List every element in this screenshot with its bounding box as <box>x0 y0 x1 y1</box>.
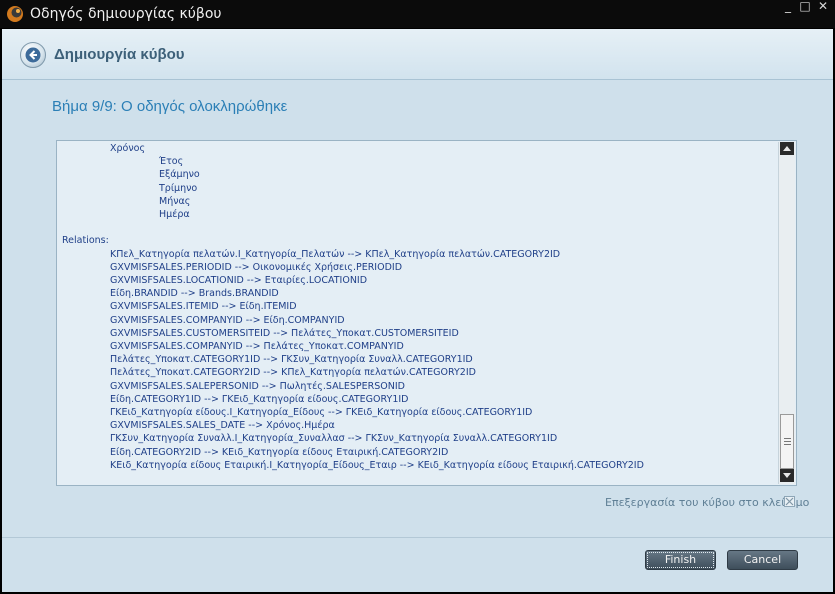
wizard-content: Δημιουργία κύβου Βήμα 9/9: Ο οδηγός ολοκ… <box>2 29 833 592</box>
check-x-icon <box>785 497 794 506</box>
log-line: Μήνας <box>159 195 191 207</box>
log-line: ΚΕιδ_Κατηγορία είδους Εταιρική.Ι_Κατηγορ… <box>110 459 644 471</box>
log-line: Είδη.BRANDID --> Brands.BRANDID <box>110 288 279 300</box>
log-line: Ημέρα <box>159 209 190 220</box>
log-line: ΓΚΣυν_Κατηγορία Συναλλ.Ι_Κατηγορία_Συναλ… <box>110 433 558 445</box>
page-title: Δημιουργία κύβου <box>54 46 185 63</box>
log-line: Πελάτες_Υποκατ.CATEGORY1ID --> ΓΚΣυν_Κατ… <box>110 354 473 366</box>
log-line: Είδη.CATEGORY2ID --> ΚΕιδ_Κατηγορία είδο… <box>110 446 449 458</box>
grip-line <box>784 438 791 439</box>
maximize-button[interactable]: □ <box>797 0 813 14</box>
summary-log-lines: Χρόνος Έτος Εξάμηνο Τρίμηνο Μήνας Ημέρα Relati… <box>57 141 775 485</box>
grip-line <box>784 444 791 445</box>
minimize-button[interactable]: _ <box>780 0 796 14</box>
scroll-thumb[interactable] <box>780 414 794 469</box>
log-line: Πελάτες_Υποκατ.CATEGORY2ID --> ΚΠελ_Κατη… <box>110 367 476 379</box>
log-line: Εξάμηνο <box>159 169 200 181</box>
log-line: Είδη.CATEGORY1ID --> ΓΚΕιδ_Κατηγορία είδ… <box>110 393 409 405</box>
log-line: GXVMISFSALES.ITEMID --> Είδη.ITEMID <box>110 301 297 313</box>
wizard-header: Δημιουργία κύβου <box>2 29 833 80</box>
log-line: ΚΠελ_Κατηγορία πελατών.Ι_Κατηγορία_Πελατ… <box>110 248 561 260</box>
summary-log[interactable]: Χρόνος Έτος Εξάμηνο Τρίμηνο Μήνας Ημέρα Relati… <box>56 140 797 486</box>
log-line: GXVMISFSALES.LOCATIONID --> Εταιρίες.LOC… <box>110 275 368 286</box>
finish-button[interactable]: Finish <box>645 550 716 570</box>
triangle-down-icon <box>783 473 791 478</box>
edit-on-close-label: Επεξεργασία του κύβου στο κλείσιμο <box>605 496 810 509</box>
log-line: GXVMISFSALES.SALEPERSONID --> Πωλητές.SA… <box>110 380 405 392</box>
back-button[interactable] <box>20 42 46 68</box>
scroll-up-button[interactable] <box>780 142 794 155</box>
app-logo-icon <box>7 6 23 22</box>
vertical-scrollbar[interactable] <box>778 142 795 484</box>
back-arrow-icon <box>25 47 41 63</box>
log-line: GXVMISFSALES.PERIODID --> Οικονομικές Χρ… <box>110 261 403 273</box>
grip-line <box>784 441 791 442</box>
wizard-window: Οδηγός δημιουργίας κύβου _ □ ✕ Δημιουργί… <box>0 0 835 594</box>
log-line: GXVMISFSALES.COMPANYID --> Πελάτες_Υποκα… <box>110 341 404 352</box>
window-title: Οδηγός δημιουργίας κύβου <box>30 6 222 22</box>
log-line: Χρόνος <box>110 143 146 154</box>
footer-divider <box>2 537 833 538</box>
step-title: Βήμα 9/9: Ο οδηγός ολοκληρώθηκε <box>52 98 288 115</box>
log-line: GXVMISFSALES.COMPANYID --> Είδη.COMPANYI… <box>110 314 345 326</box>
log-line: Τρίμηνο <box>159 182 198 194</box>
log-line: GXVMISFSALES.CUSTOMERSITEID --> Πελάτες_… <box>110 327 459 339</box>
close-button[interactable]: ✕ <box>815 0 831 14</box>
log-line: GXVMISFSALES.SALES_DATE --> Χρόνος.Ημέρα <box>110 420 335 432</box>
log-line: Relations: <box>62 235 109 247</box>
log-line: ΓΚΕιδ_Κατηγορία είδους.Ι_Κατηγορία_Είδου… <box>110 407 533 418</box>
cancel-button[interactable]: Cancel <box>727 550 798 570</box>
triangle-up-icon <box>783 146 791 151</box>
title-bar[interactable]: Οδηγός δημιουργίας κύβου _ □ ✕ <box>0 0 835 28</box>
log-line: Έτος <box>159 156 184 168</box>
scroll-down-button[interactable] <box>780 469 794 482</box>
edit-on-close-checkbox[interactable] <box>784 496 795 507</box>
